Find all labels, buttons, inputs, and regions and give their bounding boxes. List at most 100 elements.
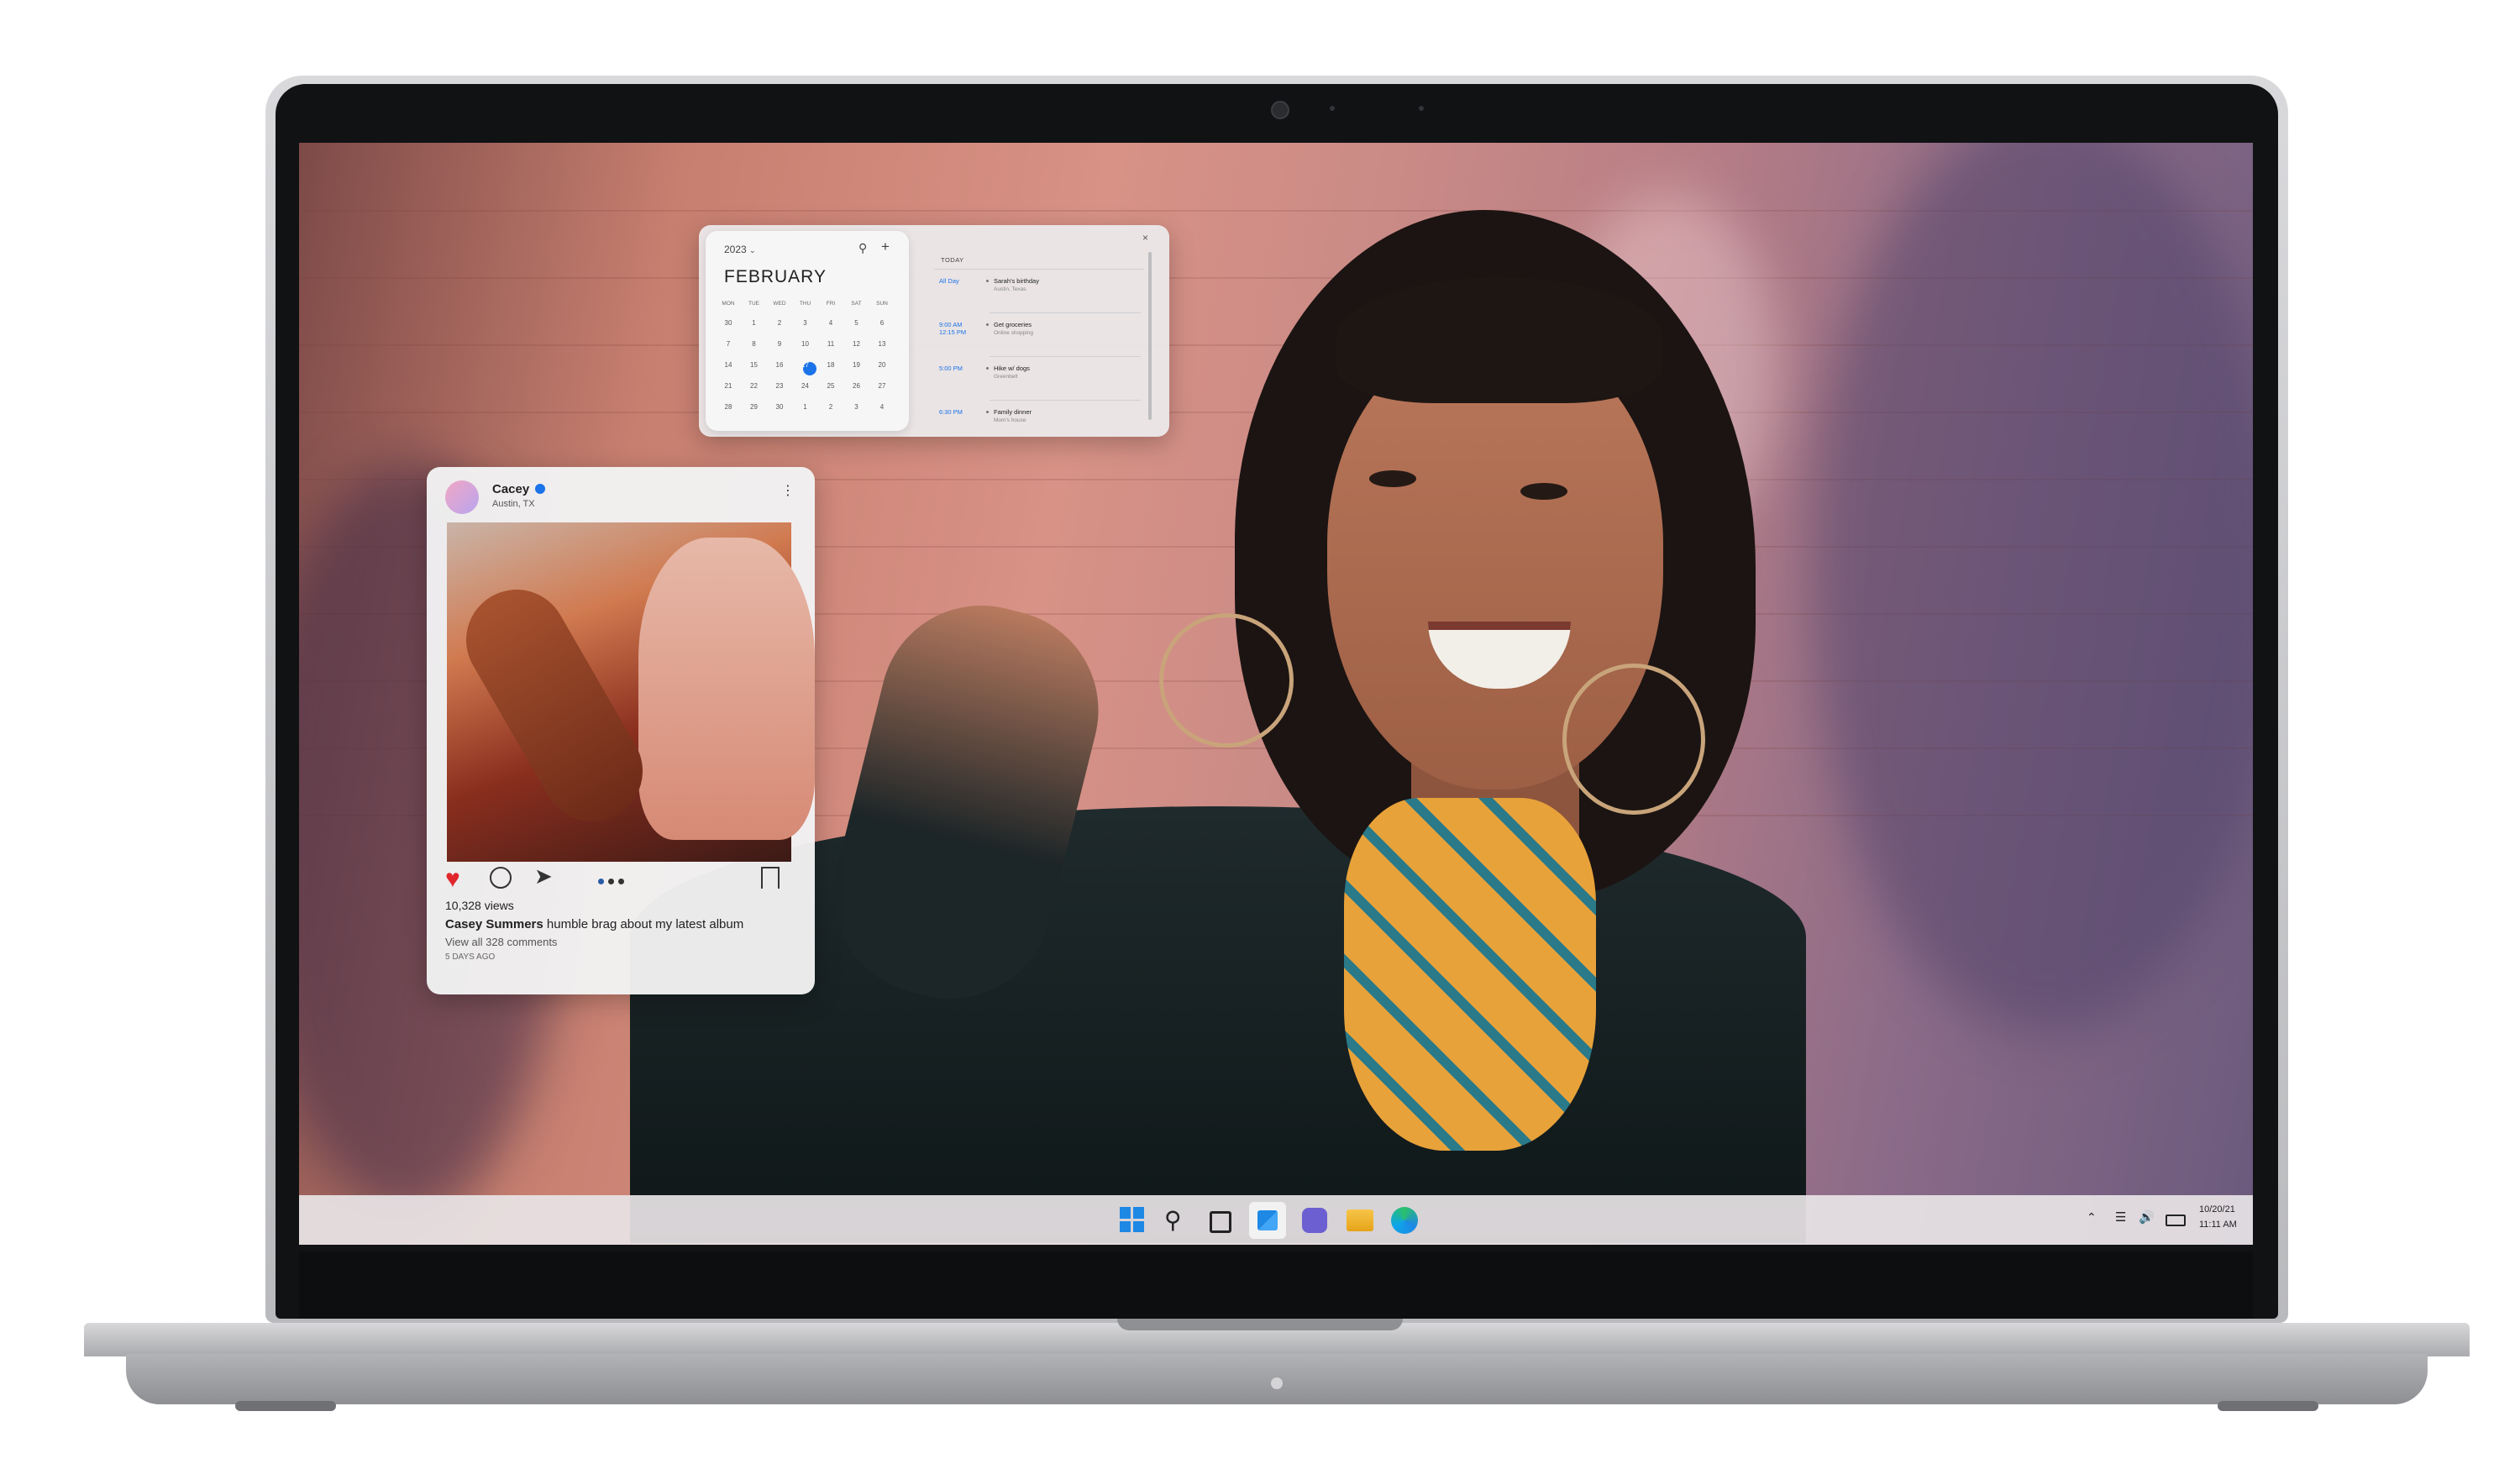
widgets-icon bbox=[1257, 1210, 1278, 1230]
earring bbox=[1562, 664, 1705, 815]
post-location: Austin, TX bbox=[492, 499, 535, 509]
search-icon[interactable]: ⚲ bbox=[858, 241, 867, 255]
calendar-day[interactable]: 6 bbox=[869, 319, 895, 327]
post-username[interactable]: Cacey bbox=[492, 482, 529, 496]
event-bullet bbox=[986, 367, 989, 370]
status-light bbox=[1271, 1377, 1283, 1389]
like-heart-icon[interactable]: ♥ bbox=[445, 865, 460, 894]
person-scarf bbox=[1344, 798, 1596, 1151]
bookmark-icon[interactable] bbox=[761, 867, 780, 889]
calendar-day[interactable]: 11 bbox=[818, 340, 843, 348]
calendar-day[interactable]: 18 bbox=[818, 361, 843, 369]
calendar-day[interactable]: 26 bbox=[844, 382, 869, 390]
clock-date[interactable]: 10/20/21 bbox=[2199, 1204, 2235, 1215]
calendar-day[interactable]: 25 bbox=[818, 382, 843, 390]
avatar[interactable] bbox=[445, 480, 479, 514]
agenda-scrollbar[interactable] bbox=[1148, 252, 1152, 420]
calendar-day[interactable]: 30 bbox=[716, 319, 741, 327]
calendar-day[interactable]: 2 bbox=[767, 319, 792, 327]
verified-badge-icon bbox=[535, 484, 545, 494]
calendar-day[interactable]: 4 bbox=[818, 319, 843, 327]
event-title[interactable]: Get groceries bbox=[994, 321, 1032, 328]
calendar-day[interactable]: 22 bbox=[742, 382, 767, 390]
calendar-day[interactable]: 9 bbox=[767, 340, 792, 348]
calendar-day[interactable]: 1 bbox=[742, 319, 767, 327]
chevron-down-icon: ⌄ bbox=[749, 246, 756, 254]
file-explorer-icon[interactable] bbox=[1347, 1209, 1373, 1231]
calendar-day[interactable]: 20 bbox=[869, 361, 895, 369]
left-eye bbox=[1369, 470, 1416, 487]
calendar-day[interactable]: 14 bbox=[716, 361, 741, 369]
more-options-icon[interactable]: ⋮ bbox=[781, 482, 795, 499]
event-divider bbox=[990, 400, 1141, 401]
lid-notch bbox=[1117, 1319, 1403, 1330]
calendar-day[interactable]: 19 bbox=[844, 361, 869, 369]
calendar-day[interactable]: 3 bbox=[793, 319, 818, 327]
calendar-day[interactable]: 13 bbox=[869, 340, 895, 348]
event-divider bbox=[990, 312, 1141, 313]
year-selector[interactable]: 2023 ⌄ bbox=[724, 244, 756, 255]
weekday-header: SUN bbox=[876, 301, 888, 307]
volume-icon[interactable]: 🔊 bbox=[2139, 1209, 2155, 1225]
weekday-header: FRI bbox=[826, 301, 836, 307]
event-detail: Mom's house bbox=[994, 417, 1026, 423]
calendar-day[interactable]: 7 bbox=[716, 340, 741, 348]
calendar-day[interactable]: 5 bbox=[844, 319, 869, 327]
close-icon[interactable]: × bbox=[1142, 232, 1148, 244]
calendar-day[interactable]: 4 bbox=[869, 403, 895, 411]
edge-browser-icon[interactable] bbox=[1391, 1207, 1418, 1234]
show-hidden-icons[interactable]: ⌃ bbox=[2087, 1210, 2097, 1225]
task-view-icon[interactable] bbox=[1210, 1211, 1231, 1233]
laptop-foot bbox=[235, 1401, 336, 1411]
weekday-header: WED bbox=[773, 301, 786, 307]
event-bullet bbox=[986, 323, 989, 326]
laptop-foot bbox=[2218, 1401, 2318, 1411]
caption-username[interactable]: Casey Summers bbox=[445, 917, 543, 931]
photo-subject bbox=[638, 538, 815, 840]
calendar-day[interactable]: 29 bbox=[742, 403, 767, 411]
calendar-day[interactable]: 1 bbox=[793, 403, 818, 411]
year-label: 2023 bbox=[724, 244, 747, 255]
add-event-icon[interactable]: + bbox=[881, 239, 890, 255]
view-comments-link[interactable]: View all 328 comments bbox=[445, 936, 557, 948]
teams-chat-icon[interactable] bbox=[1302, 1208, 1327, 1233]
calendar-day[interactable]: 15 bbox=[742, 361, 767, 369]
wifi-icon[interactable]: ☰ bbox=[2115, 1209, 2126, 1225]
weekday-header: THU bbox=[799, 301, 811, 307]
share-icon[interactable]: ➤ bbox=[534, 863, 553, 889]
post-caption: Casey Summers humble brag about my lates… bbox=[445, 917, 743, 931]
calendar-day[interactable]: 23 bbox=[767, 382, 792, 390]
widgets-button[interactable] bbox=[1249, 1202, 1286, 1239]
calendar-day[interactable]: 3 bbox=[844, 403, 869, 411]
calendar-day[interactable]: 30 bbox=[767, 403, 792, 411]
event-time: 6:30 PM bbox=[939, 408, 963, 416]
search-icon[interactable]: ⚲ bbox=[1164, 1206, 1182, 1234]
calendar-day[interactable]: 16 bbox=[767, 361, 792, 369]
event-title[interactable]: Sarah's birthday bbox=[994, 277, 1039, 285]
calendar-day[interactable]: 21 bbox=[716, 382, 741, 390]
event-bullet bbox=[986, 411, 989, 413]
battery-icon[interactable] bbox=[2166, 1215, 2186, 1226]
calendar-day[interactable]: 10 bbox=[793, 340, 818, 348]
lower-bezel bbox=[299, 1251, 2253, 1319]
calendar-day[interactable]: 24 bbox=[793, 382, 818, 390]
event-title[interactable]: Hike w/ dogs bbox=[994, 365, 1030, 372]
earring bbox=[1159, 613, 1294, 748]
sensor-dot bbox=[1419, 106, 1424, 111]
caption-text: humble brag about my latest album bbox=[546, 917, 744, 931]
calendar-day[interactable]: 12 bbox=[844, 340, 869, 348]
calendar-day[interactable]: 2 bbox=[818, 403, 843, 411]
agenda-heading: TODAY bbox=[941, 256, 964, 264]
right-eye bbox=[1520, 483, 1567, 500]
calendar-day[interactable]: 28 bbox=[716, 403, 741, 411]
weekday-header: MON bbox=[722, 301, 735, 307]
event-time: 5:00 PM bbox=[939, 365, 963, 372]
calendar-day[interactable]: 8 bbox=[742, 340, 767, 348]
comment-icon[interactable] bbox=[490, 867, 512, 889]
calendar-day[interactable]: 17 bbox=[793, 361, 818, 369]
calendar-day[interactable]: 27 bbox=[869, 382, 895, 390]
view-count: 10,328 views bbox=[445, 899, 514, 912]
clock-time[interactable]: 11:11 AM bbox=[2199, 1220, 2237, 1230]
event-title[interactable]: Family dinner bbox=[994, 408, 1032, 416]
windows-start-icon[interactable] bbox=[1120, 1207, 1145, 1232]
